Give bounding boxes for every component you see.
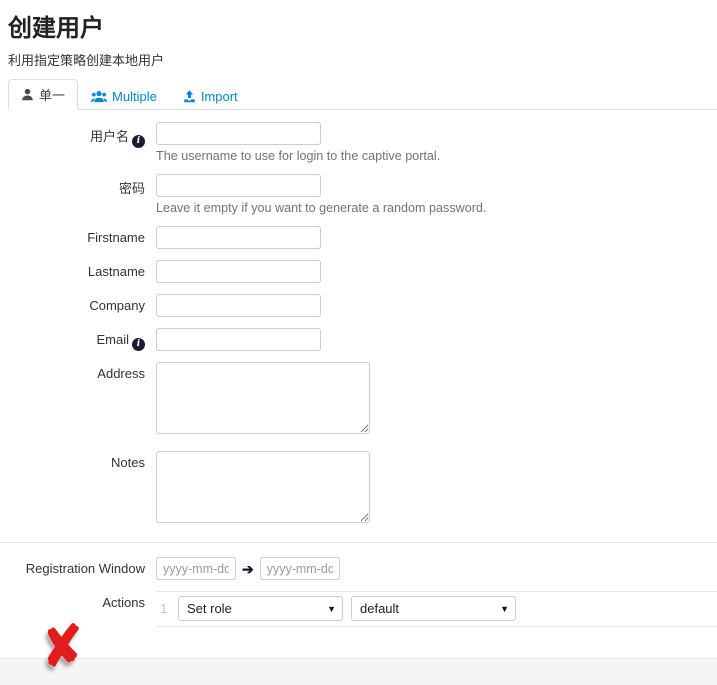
actions-row: Actions 1 Set role ▼ default ▼	[8, 591, 717, 627]
address-textarea[interactable]	[156, 362, 370, 434]
arrow-right-icon: ➔	[242, 562, 254, 576]
tab-import-label: Import	[201, 89, 238, 104]
firstname-row: Firstname	[8, 226, 717, 249]
email-label: Emaili	[8, 328, 145, 351]
caret-down-icon: ▼	[500, 604, 509, 614]
password-input[interactable]	[156, 174, 321, 197]
password-help: Leave it empty if you want to generate a…	[156, 201, 717, 215]
firstname-label: Firstname	[8, 226, 145, 245]
lastname-input[interactable]	[156, 260, 321, 283]
company-input[interactable]	[156, 294, 321, 317]
username-label: 用户名i	[8, 122, 145, 148]
notes-textarea[interactable]	[156, 451, 370, 523]
tab-bar: 单一 Multiple Import	[8, 79, 717, 110]
notes-row: Notes	[8, 451, 717, 526]
registration-end-input[interactable]	[260, 557, 340, 580]
password-label: 密码	[8, 174, 145, 197]
page-subtitle: 利用指定策略创建本地用户	[8, 50, 717, 69]
action-item-row: 1 Set role ▼ default ▼	[156, 591, 717, 627]
registration-window-row: Registration Window ➔	[8, 557, 717, 580]
users-icon	[91, 90, 107, 103]
password-row: 密码 Leave it empty if you want to generat…	[8, 174, 717, 215]
action-value-value: default	[360, 601, 399, 616]
tab-import[interactable]: Import	[170, 83, 251, 110]
action-row-number: 1	[160, 601, 168, 616]
tab-single[interactable]: 单一	[8, 79, 78, 110]
action-type-value: Set role	[187, 601, 232, 616]
address-label: Address	[8, 362, 145, 381]
notes-label: Notes	[8, 451, 145, 470]
company-label: Company	[8, 294, 145, 313]
form-actions-bar	[0, 658, 717, 685]
lastname-row: Lastname	[8, 260, 717, 283]
page-title: 创建用户	[8, 8, 717, 43]
actions-label: Actions	[8, 591, 145, 610]
registration-window-label: Registration Window	[8, 557, 145, 576]
info-circle-icon: i	[132, 135, 145, 148]
firstname-input[interactable]	[156, 226, 321, 249]
email-input[interactable]	[156, 328, 321, 351]
caret-down-icon: ▼	[327, 604, 336, 614]
section-divider	[0, 542, 717, 543]
action-type-select[interactable]: Set role ▼	[178, 596, 343, 621]
action-value-select[interactable]: default ▼	[351, 596, 516, 621]
info-circle-icon: i	[132, 338, 145, 351]
lastname-label: Lastname	[8, 260, 145, 279]
company-row: Company	[8, 294, 717, 317]
create-user-page: 创建用户 利用指定策略创建本地用户 单一 Multiple Import 用户名…	[0, 0, 717, 685]
username-input[interactable]	[156, 122, 321, 145]
user-icon	[21, 88, 34, 101]
username-help: The username to use for login to the cap…	[156, 149, 717, 163]
create-user-form: 用户名i The username to use for login to th…	[8, 122, 717, 685]
username-row: 用户名i The username to use for login to th…	[8, 122, 717, 163]
address-row: Address	[8, 362, 717, 437]
registration-start-input[interactable]	[156, 557, 236, 580]
upload-icon	[183, 90, 196, 103]
tab-multiple-label: Multiple	[112, 89, 157, 104]
email-row: Emaili	[8, 328, 717, 351]
tab-multiple[interactable]: Multiple	[78, 83, 170, 110]
tab-single-label: 单一	[39, 85, 65, 104]
